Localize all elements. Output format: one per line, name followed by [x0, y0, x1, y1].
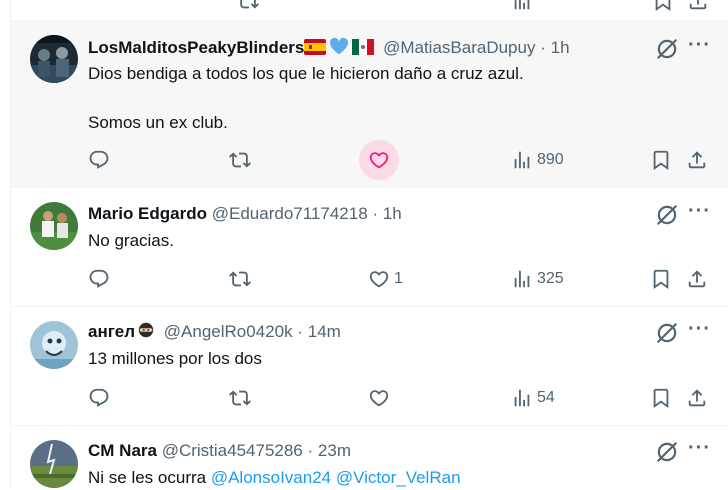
views-button[interactable]: 890	[511, 147, 564, 173]
separator-dot: ·	[297, 322, 303, 341]
tweet-header: LosMalditosPeakyBlinders @MatiasBaraDupu…	[88, 37, 570, 59]
tweet-header: Mario Edgardo @Eduardo71174218 · 1h	[88, 203, 402, 225]
repost-button[interactable]	[229, 266, 251, 292]
like-button[interactable]: 1	[368, 266, 403, 292]
views-count: 890	[537, 151, 564, 168]
spain-flag-icon	[304, 39, 327, 61]
display-name[interactable]: CM Nara	[88, 441, 157, 460]
mention-link[interactable]: @AlonsoIvan24	[211, 468, 331, 487]
reply-button[interactable]	[88, 266, 110, 292]
views-icon	[514, 270, 530, 288]
reply-button[interactable]	[88, 385, 110, 411]
tweet-text: Ni se les ocurra @AlonsoIvan24 @Victor_V…	[88, 466, 461, 490]
timestamp[interactable]: 23m	[318, 441, 351, 460]
previous-tweet-stub	[11, 0, 728, 21]
reply-icon	[89, 388, 109, 407]
like-button[interactable]	[368, 385, 390, 411]
user-handle[interactable]: @Cristia45475286	[162, 441, 303, 460]
bookmark-button[interactable]	[650, 266, 672, 292]
heart-icon	[369, 271, 389, 288]
more-icon[interactable]: ···	[688, 438, 711, 458]
avatar[interactable]	[30, 35, 78, 83]
tweet-header: ангел @AngelRo0420k · 14m	[88, 321, 341, 343]
replies-feed: LosMalditosPeakyBlinders @MatiasBaraDupu…	[10, 0, 728, 488]
separator-dot: ·	[540, 38, 546, 57]
repost-button[interactable]	[229, 147, 251, 173]
grok-icon[interactable]	[654, 439, 680, 465]
display-name[interactable]: Mario Edgardo	[88, 204, 207, 223]
reply-button[interactable]	[88, 147, 110, 173]
grok-icon[interactable]	[654, 36, 680, 62]
reply-icon	[89, 150, 109, 169]
repost-icon	[229, 271, 251, 287]
bookmark-icon	[653, 388, 669, 409]
avatar[interactable]	[30, 440, 78, 488]
share-button[interactable]	[686, 266, 708, 292]
share-icon	[688, 151, 706, 169]
tweet-text: Somos un ex club.	[88, 113, 228, 132]
repost-icon	[229, 152, 251, 168]
grok-icon[interactable]	[654, 320, 680, 346]
user-handle[interactable]: @AngelRo0420k	[164, 322, 293, 341]
tweet-text: No gracias.	[88, 231, 174, 250]
timestamp[interactable]: 1h	[383, 204, 402, 223]
avatar[interactable]	[30, 321, 78, 369]
views-count: 54	[537, 389, 555, 406]
ninja-icon	[137, 321, 155, 345]
reply-tweet[interactable]: Mario Edgardo @Eduardo71174218 · 1h ··· …	[11, 188, 728, 307]
tweet-text: 13 millones por los dos	[88, 349, 262, 368]
share-button[interactable]	[686, 385, 708, 411]
grok-icon[interactable]	[654, 202, 680, 228]
repost-icon	[229, 390, 251, 406]
user-handle[interactable]: @MatiasBaraDupuy	[383, 38, 535, 57]
reply-tweet[interactable]: ангел @AngelRo0420k · 14m ··· 13 millone…	[11, 307, 728, 426]
blue-heart-icon	[329, 37, 349, 61]
reply-icon	[89, 269, 109, 288]
share-icon	[688, 389, 706, 407]
views-icon	[514, 151, 530, 169]
repost-icon[interactable]	[237, 0, 259, 17]
likes-count: 1	[394, 270, 403, 287]
share-icon[interactable]	[687, 0, 709, 17]
reply-tweet[interactable]: LosMalditosPeakyBlinders @MatiasBaraDupu…	[11, 21, 728, 188]
views-count: 325	[537, 270, 564, 287]
like-button[interactable]	[368, 147, 390, 173]
more-icon[interactable]: ···	[688, 35, 711, 55]
mention-link[interactable]: @Victor_VelRan	[336, 468, 461, 487]
bookmark-button[interactable]	[650, 147, 672, 173]
heart-icon	[369, 152, 389, 169]
avatar[interactable]	[30, 202, 78, 250]
timestamp[interactable]: 14m	[308, 322, 341, 341]
more-icon[interactable]: ···	[688, 201, 711, 221]
bookmark-icon	[653, 269, 669, 290]
user-handle[interactable]: @Eduardo71174218	[212, 204, 368, 223]
reply-tweet[interactable]: CM Nara @Cristia45475286 · 23m ··· Ni se…	[11, 426, 728, 488]
separator-dot: ·	[307, 441, 314, 460]
more-icon[interactable]: ···	[688, 319, 711, 339]
bookmark-icon	[653, 150, 669, 171]
views-icon	[514, 389, 530, 407]
tweet-text-prefix: Ni se les ocurra	[88, 468, 211, 487]
tweet-header: CM Nara @Cristia45475286 · 23m	[88, 440, 351, 462]
views-icon[interactable]	[511, 0, 533, 17]
repost-button[interactable]	[229, 385, 251, 411]
display-name[interactable]: LosMalditosPeakyBlinders	[88, 38, 304, 57]
bookmark-button[interactable]	[650, 385, 672, 411]
share-button[interactable]	[686, 147, 708, 173]
display-name[interactable]: ангел	[88, 322, 135, 341]
bookmark-icon[interactable]	[652, 0, 674, 17]
mexico-flag-icon	[352, 39, 375, 61]
share-icon	[688, 270, 706, 288]
timestamp[interactable]: 1h	[551, 38, 570, 57]
views-button[interactable]: 325	[511, 266, 564, 292]
tweet-text: Dios bendiga a todos los que le hicieron…	[88, 64, 524, 83]
views-button[interactable]: 54	[511, 385, 555, 411]
separator-dot: ·	[372, 204, 379, 223]
heart-icon	[369, 390, 389, 407]
